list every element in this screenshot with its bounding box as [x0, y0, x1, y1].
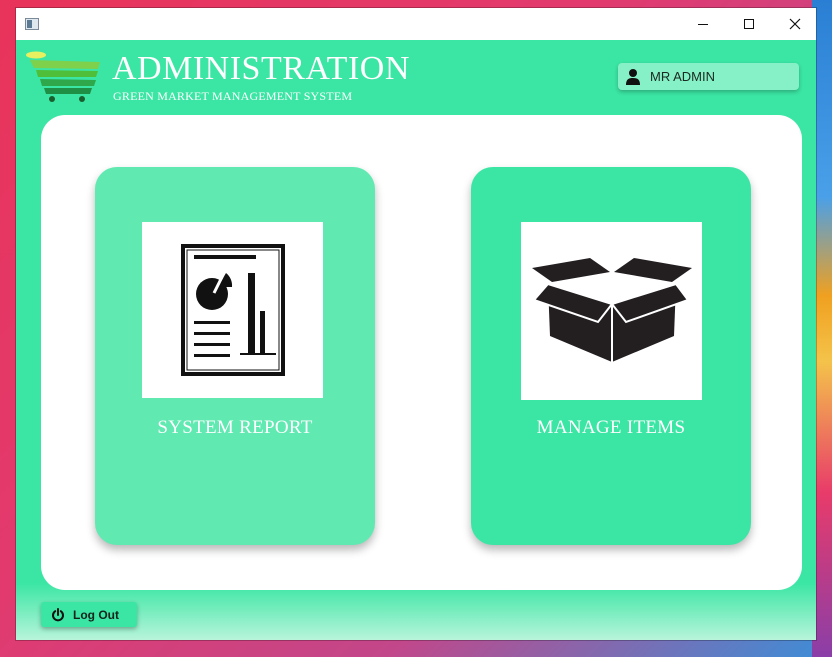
- minimize-icon: [698, 23, 708, 25]
- report-icon: [180, 244, 285, 376]
- cart-logo-icon: [26, 51, 100, 102]
- user-name: MR ADMIN: [650, 69, 715, 84]
- manage-items-card[interactable]: MANAGE ITEMS: [471, 167, 751, 545]
- logout-label: Log Out: [73, 607, 119, 622]
- manage-items-label: MANAGE ITEMS: [536, 417, 686, 438]
- maximize-icon: [744, 19, 754, 29]
- user-badge[interactable]: MR ADMIN: [618, 63, 799, 90]
- main-panel: SYSTEM REPORT MANAGE ITEMS: [41, 115, 802, 590]
- report-image: [142, 222, 323, 398]
- page-title: ADMINISTRATION: [112, 50, 410, 87]
- items-image: [521, 222, 702, 400]
- system-report-card[interactable]: SYSTEM REPORT: [95, 167, 375, 545]
- app-window: ADMINISTRATION GREEN MARKET MANAGEMENT S…: [16, 8, 816, 640]
- system-report-label: SYSTEM REPORT: [157, 417, 313, 438]
- close-button[interactable]: [772, 8, 818, 40]
- close-icon: [789, 18, 801, 30]
- box-icon: [531, 258, 692, 362]
- logout-button[interactable]: Log Out: [41, 602, 137, 627]
- minimize-button[interactable]: [680, 8, 726, 40]
- maximize-button[interactable]: [726, 8, 772, 40]
- user-icon: [626, 68, 640, 85]
- page-subtitle: GREEN MARKET MANAGEMENT SYSTEM: [113, 89, 353, 103]
- title-bar: [16, 8, 816, 40]
- window-app-icon: [25, 18, 39, 30]
- power-icon: [52, 607, 64, 621]
